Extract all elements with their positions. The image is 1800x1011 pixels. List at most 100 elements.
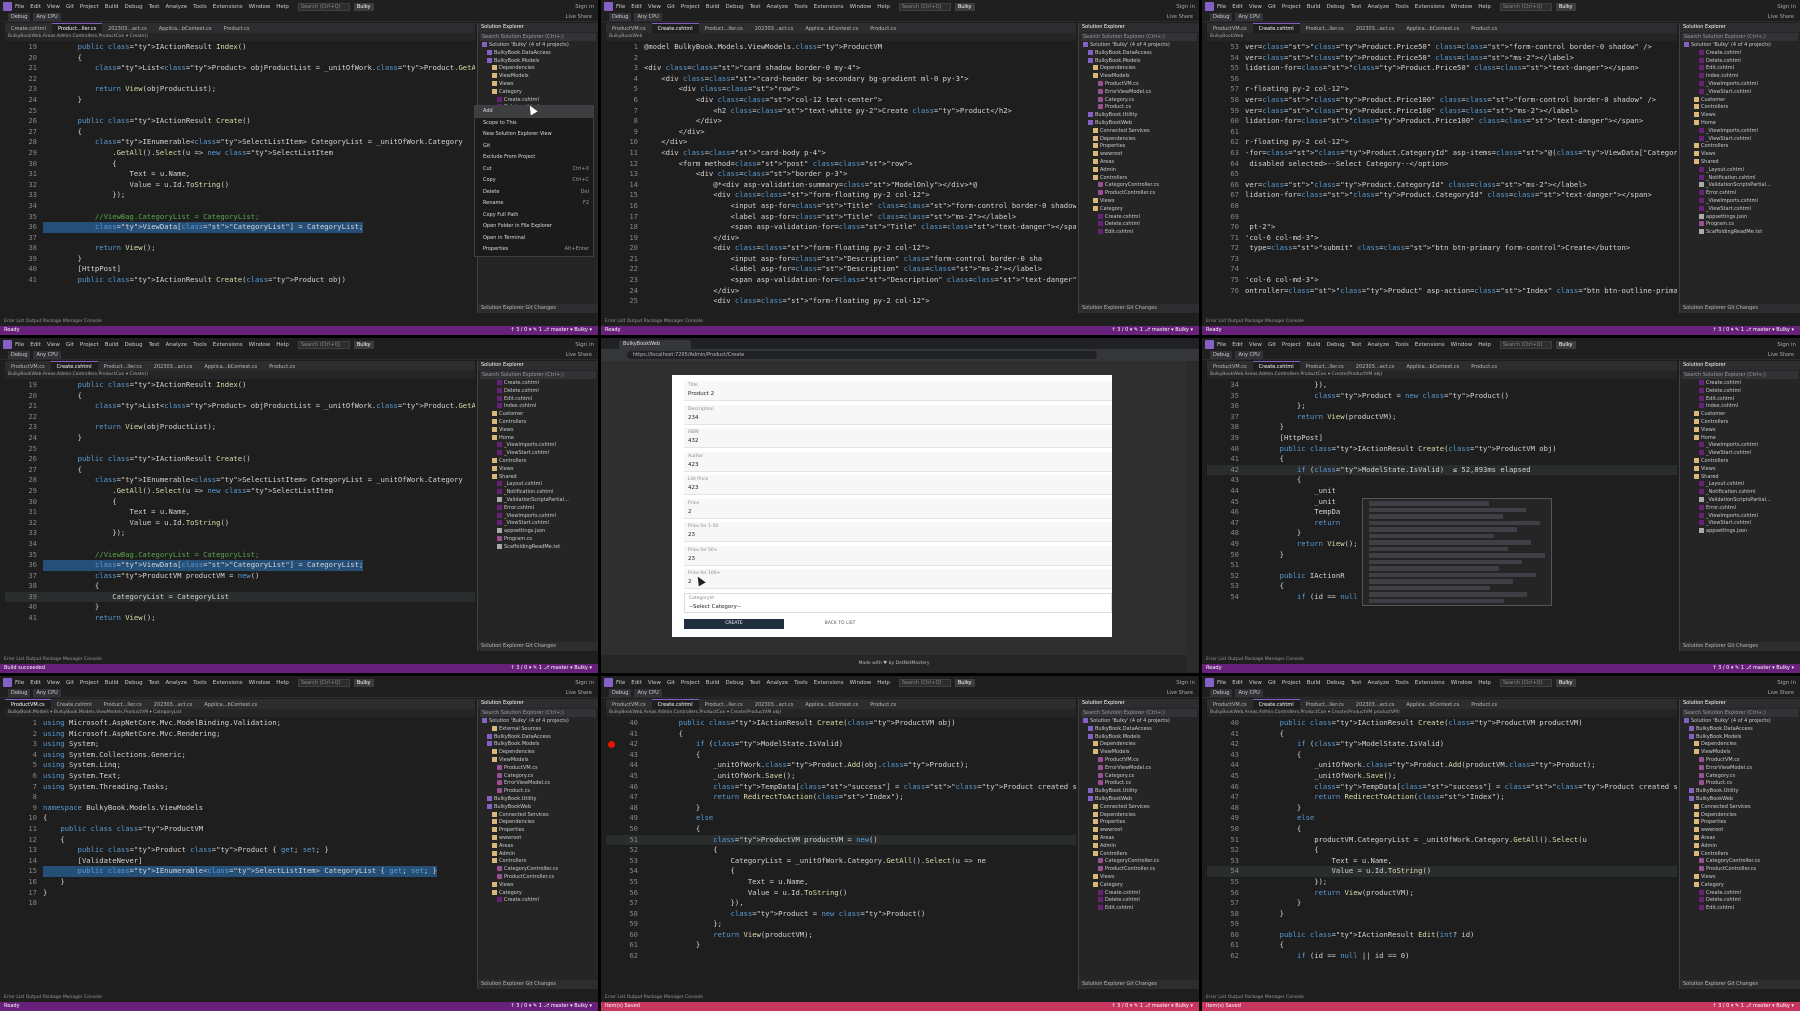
menu-item[interactable]: Edit	[1232, 4, 1243, 10]
explorer-item[interactable]: Connected Services	[478, 811, 598, 820]
field-value[interactable]: 2	[688, 509, 692, 515]
document-tab[interactable]: Product...ller.cs	[699, 700, 749, 709]
explorer-item[interactable]: _ViewImports.cshtml	[1680, 512, 1800, 521]
document-tab[interactable]: Create.cshtml	[1252, 23, 1300, 33]
explorer-item[interactable]: Shared	[1680, 158, 1800, 167]
menu-item[interactable]: Window	[1451, 680, 1473, 686]
document-tab[interactable]: 202303...act.cs	[1350, 700, 1401, 709]
menu-item[interactable]: Build	[706, 4, 720, 10]
explorer-item[interactable]: Areas	[478, 842, 598, 851]
document-tab[interactable]: ProductVM.cs	[1207, 24, 1253, 33]
menu-item[interactable]: Project	[80, 680, 99, 686]
explorer-item[interactable]: Error.cshtml	[1680, 190, 1800, 198]
search-input[interactable]: Search (Ctrl+Q)	[898, 2, 951, 11]
menu-item[interactable]: Debug	[125, 680, 143, 686]
platform-dropdown[interactable]: Any CPU	[1235, 13, 1263, 21]
document-tab[interactable]: Applica...bContext.cs	[1400, 362, 1465, 371]
explorer-item[interactable]: Create.cshtml	[478, 96, 598, 105]
menu-item[interactable]: Window	[850, 680, 872, 686]
document-tab[interactable]: Product.cs	[218, 24, 256, 33]
menu-item[interactable]: Window	[249, 680, 271, 686]
document-tab[interactable]: Create.cshtml	[651, 23, 699, 33]
explorer-item[interactable]: ProductVM.cs	[1079, 756, 1199, 765]
menu-item[interactable]: Debug	[125, 342, 143, 348]
menu-item[interactable]: Debug	[726, 4, 744, 10]
document-tab[interactable]: Applica...bContext.cs	[153, 24, 218, 33]
menu-item[interactable]: Edit	[30, 4, 41, 10]
menu-item[interactable]: Git	[667, 4, 675, 10]
menu-item[interactable]: View	[1249, 680, 1262, 686]
menu-item[interactable]: Extensions	[814, 4, 844, 10]
explorer-item[interactable]: Controllers	[1680, 143, 1800, 151]
status-git-info[interactable]: ↑ 3 / 0 ▾ ✎ 1 ⎇ master ▾ Bulky ▾	[510, 664, 592, 673]
config-dropdown[interactable]: Debug	[1210, 689, 1233, 697]
explorer-item[interactable]: Program.cs	[1680, 221, 1800, 229]
form-field[interactable]: Price for 1-50 23	[684, 522, 1112, 542]
menu-item[interactable]: Project	[1282, 342, 1301, 348]
explorer-item[interactable]: Controllers	[1079, 850, 1199, 859]
document-tab[interactable]: Product...ller.cs	[98, 362, 148, 371]
explorer-item[interactable]: Views	[478, 881, 598, 890]
explorer-item[interactable]: Controllers	[1680, 457, 1800, 466]
menu-item[interactable]: Edit	[1232, 680, 1243, 686]
explorer-item[interactable]: Category.cs	[1079, 772, 1199, 781]
explorer-item[interactable]: Dependencies	[1680, 811, 1800, 820]
explorer-item[interactable]: ViewModels	[478, 756, 598, 765]
menu-item[interactable]: Build	[105, 342, 119, 348]
menu-item[interactable]: Test	[149, 4, 160, 10]
explorer-item[interactable]: Views	[478, 80, 598, 89]
solution-explorer-search[interactable]: Search Solution Explorer (Ctrl+;)	[480, 371, 596, 379]
menu-item[interactable]: Analyze	[766, 680, 788, 686]
menu-item[interactable]: Git	[667, 680, 675, 686]
platform-dropdown[interactable]: Any CPU	[634, 689, 662, 697]
menu-item[interactable]: File	[1217, 680, 1226, 686]
explorer-item[interactable]: Properties	[1079, 143, 1199, 151]
menu-item[interactable]: Edit	[30, 680, 41, 686]
form-field[interactable]: Description 234	[684, 404, 1112, 425]
menu-item[interactable]: Debug	[1327, 680, 1345, 686]
document-tab[interactable]: 202303...act.cs	[148, 362, 199, 371]
explorer-item[interactable]: Index.cshtml	[1680, 73, 1800, 81]
explorer-item[interactable]: BulkyBook.DataAccess	[478, 49, 598, 58]
explorer-item[interactable]: Error.cshtml	[1680, 504, 1800, 513]
explorer-item[interactable]: Controllers	[478, 418, 598, 427]
explorer-item[interactable]: Admin	[1680, 842, 1800, 851]
explorer-item[interactable]: Product.cs	[478, 788, 598, 796]
menu-item[interactable]: Git	[66, 4, 74, 10]
menu-item[interactable]: Git	[1268, 680, 1276, 686]
create-button[interactable]: CREATE	[684, 619, 784, 629]
explorer-item[interactable]: Views	[1680, 151, 1800, 159]
context-menu-item[interactable]: Open in Terminal	[475, 233, 593, 245]
solution-explorer-search[interactable]: Search Solution Explorer (Ctrl+;)	[1682, 33, 1798, 41]
sign-in-link[interactable]: Sign in	[1777, 680, 1796, 686]
menu-item[interactable]: File	[616, 4, 625, 10]
menu-item[interactable]: Tools	[794, 680, 808, 686]
context-menu-item[interactable]: Rename F2	[475, 198, 593, 210]
explorer-item[interactable]: BulkyBook.Models	[478, 57, 598, 66]
explorer-item[interactable]: Shared	[1680, 473, 1800, 482]
explorer-item[interactable]: Dependencies	[1079, 135, 1199, 144]
explorer-item[interactable]: BulkyBookWeb	[1680, 795, 1800, 804]
explorer-item[interactable]: Program.cs	[478, 535, 598, 544]
explorer-item[interactable]: _ViewStart.cshtml	[478, 520, 598, 528]
field-value[interactable]: 2	[688, 579, 692, 585]
explorer-item[interactable]: Product.cs	[1680, 780, 1800, 788]
explorer-item[interactable]: appsettings.json	[1680, 528, 1800, 536]
sign-in-link[interactable]: Sign in	[575, 680, 594, 686]
explorer-item[interactable]: Customer	[478, 411, 598, 419]
config-dropdown[interactable]: Debug	[1210, 13, 1233, 21]
explorer-item[interactable]: Delete.cshtml	[1680, 897, 1800, 905]
document-tab[interactable]: Product.cs	[864, 700, 902, 709]
document-tab[interactable]: ProductVM.cs	[5, 362, 51, 371]
explorer-item[interactable]: Controllers	[478, 457, 598, 466]
solution-explorer-search[interactable]: Search Solution Explorer (Ctrl+;)	[1081, 709, 1197, 717]
menu-item[interactable]: File	[1217, 342, 1226, 348]
document-tab[interactable]: 202303...act.cs	[1350, 362, 1401, 371]
explorer-item[interactable]: Home	[478, 434, 598, 443]
menu-item[interactable]: Build	[1307, 342, 1321, 348]
explorer-item[interactable]: Category.cs	[478, 772, 598, 781]
explorer-item[interactable]: ErrorViewModel.cs	[1680, 764, 1800, 773]
solution-explorer-search[interactable]: Search Solution Explorer (Ctrl+;)	[480, 709, 596, 717]
config-dropdown[interactable]: Debug	[8, 689, 31, 697]
explorer-item[interactable]: Admin	[1079, 842, 1199, 851]
